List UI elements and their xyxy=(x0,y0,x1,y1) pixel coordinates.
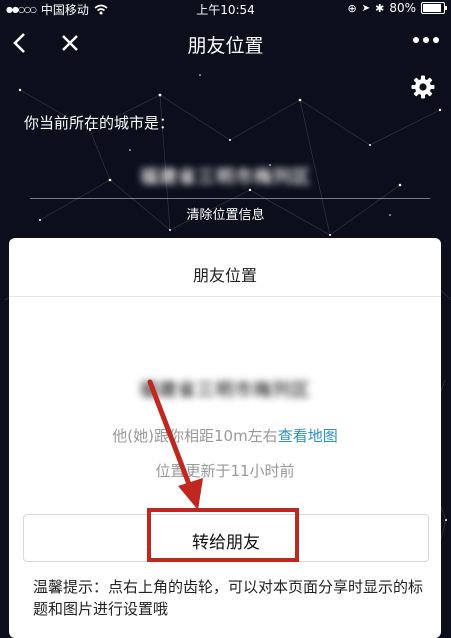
distance-text: 他(她)跟你相距10m左右查看地图 xyxy=(9,425,441,446)
battery-percent: 80% xyxy=(389,1,416,15)
card-title: 朋友位置 xyxy=(192,266,257,285)
battery-icon xyxy=(421,2,447,14)
bluetooth-icon: ✱ xyxy=(375,1,385,15)
distance-label: 他(她)跟你相距10m左右 xyxy=(112,427,278,445)
current-city: 福建省三明市梅列区 xyxy=(140,167,311,188)
nav-bar: 朋友位置 xyxy=(0,18,451,68)
clear-location-link[interactable]: 清除位置信息 xyxy=(0,204,451,223)
lock-rotation-icon: ⊕ xyxy=(347,1,357,15)
location-icon: ➤ xyxy=(361,2,371,14)
gear-icon[interactable] xyxy=(411,75,435,99)
tip-text: 温馨提示：点右上角的齿轮，可以对本页面分享时显示的标题和图片进行设置哦 xyxy=(33,578,424,618)
annotation-highlight-box xyxy=(147,508,299,562)
more-icon[interactable] xyxy=(413,37,439,43)
status-bar: ●●○○○ 中国移动 上午10:54 ⊕ ➤ ✱ 80% xyxy=(0,0,451,18)
friend-city: 福建省三明市梅列区 xyxy=(139,380,311,401)
card-divider xyxy=(9,296,441,297)
view-map-link[interactable]: 查看地图 xyxy=(278,427,338,445)
battery-fill xyxy=(423,4,441,12)
city-label: 你当前所在的城市是： xyxy=(24,114,175,132)
divider xyxy=(30,198,430,199)
update-time: 位置更新于11小时前 xyxy=(155,462,295,480)
page-title: 朋友位置 xyxy=(187,35,264,57)
